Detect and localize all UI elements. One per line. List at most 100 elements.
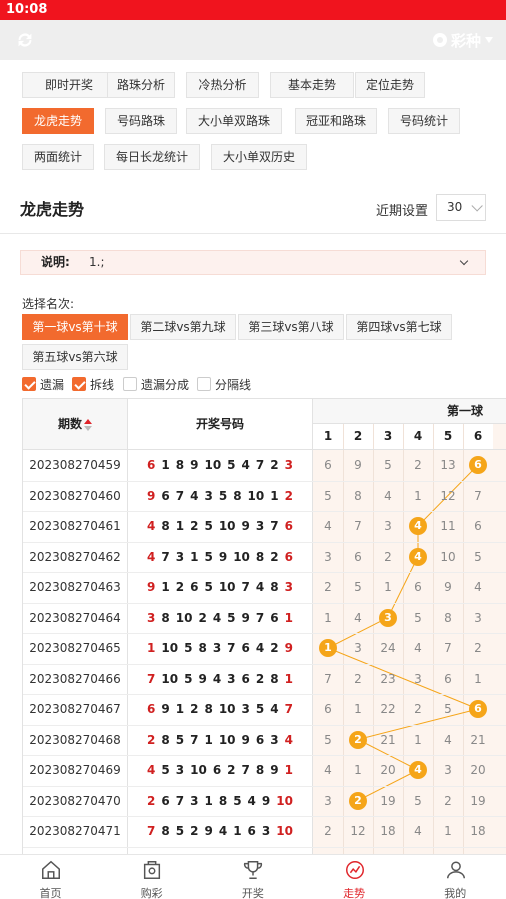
draw-number: 4 <box>218 824 228 838</box>
hit-ball: 3 <box>379 608 397 627</box>
draw-numbers: 6 1 8 9 10 5 4 7 2 3 <box>128 450 312 481</box>
draw-number: 2 <box>284 488 293 503</box>
column-header-number: 3 <box>373 423 403 450</box>
omission-value: 2 <box>324 580 332 594</box>
tab-item[interactable]: 路珠分析 <box>107 72 175 98</box>
omission-value: 7 <box>474 488 482 503</box>
column-header-period[interactable]: 期数 <box>23 399 127 450</box>
checkbox[interactable] <box>22 377 36 391</box>
tab-item[interactable]: 号码统计 <box>388 108 460 134</box>
omission-value: 1 <box>414 732 422 747</box>
hit-ball: 4 <box>409 547 427 566</box>
draw-number: 8 <box>204 702 213 716</box>
tab-item[interactable]: 即时开奖 <box>22 72 116 98</box>
tab-item[interactable]: 冷热分析 <box>186 72 259 98</box>
rank-option[interactable]: 第五球vs第六球 <box>22 344 128 370</box>
period-cell: 202308270469 <box>29 763 121 777</box>
draw-number: 5 <box>175 824 185 838</box>
draw-number: 4 <box>190 488 199 503</box>
lottery-selector[interactable]: 彩种 <box>432 29 494 51</box>
draw-number: 1 <box>175 702 185 716</box>
draw-numbers: 2 6 7 3 1 8 5 4 9 10 <box>128 786 312 817</box>
draw-number: 4 <box>212 671 222 686</box>
draw-number: 8 <box>198 641 207 655</box>
nav-item[interactable]: 首页 <box>0 855 101 899</box>
checkbox[interactable] <box>72 377 86 391</box>
draw-number: 5 <box>233 793 242 808</box>
draw-number: 4 <box>147 763 156 777</box>
draw-number: 6 <box>255 732 265 747</box>
period-cell: 202308270468 <box>29 732 121 747</box>
tab-item[interactable]: 每日长龙统计 <box>104 144 200 170</box>
group-header: 第一球 <box>313 399 506 423</box>
omission-value: 19 <box>380 793 396 808</box>
draw-numbers: 9 6 7 4 3 5 8 10 1 2 <box>128 481 312 512</box>
column-header-number: 1 <box>313 423 343 450</box>
tab-item[interactable]: 大小单双历史 <box>211 144 307 170</box>
tab-item[interactable]: 两面统计 <box>22 144 94 170</box>
rank-option[interactable]: 第二球vs第九球 <box>130 314 236 340</box>
nav-item[interactable]: 购彩 <box>101 855 202 899</box>
checkbox[interactable] <box>123 377 137 391</box>
draw-number: 10 <box>233 549 250 564</box>
rank-option[interactable]: 第四球vs第七球 <box>346 314 452 340</box>
omission-value: 12 <box>350 824 366 838</box>
draw-number: 7 <box>227 641 236 655</box>
rank-label: 选择名次: <box>22 297 75 311</box>
checkbox[interactable] <box>197 377 211 391</box>
draw-number: 6 <box>241 641 250 655</box>
omission-value: 5 <box>384 458 392 472</box>
omission-value: 6 <box>324 702 332 716</box>
option-3[interactable]: 遗漏分成 <box>123 376 189 392</box>
rank-option[interactable]: 第一球vs第十球 <box>22 314 128 340</box>
nav-label: 购彩 <box>140 887 163 899</box>
trend-icon <box>345 861 364 879</box>
rank-option[interactable]: 第三球vs第八球 <box>238 314 344 340</box>
option-label: 拆线 <box>90 377 115 392</box>
refresh-icon[interactable] <box>14 29 36 51</box>
period-select[interactable]: 30 <box>436 194 486 221</box>
option-2[interactable]: 拆线 <box>72 376 114 392</box>
draw-number: 1 <box>204 793 213 808</box>
tab-item[interactable]: 冠亚和路珠 <box>295 108 377 134</box>
period-label: 近期设置 <box>376 204 429 219</box>
hit-ball: 4 <box>409 517 427 535</box>
nav-item[interactable]: 开奖 <box>202 855 303 899</box>
tab-item[interactable]: 大小单双路珠 <box>186 108 282 134</box>
note-panel[interactable]: 说明: 1.; <box>20 250 486 275</box>
option-4[interactable]: 分隔线 <box>197 376 251 392</box>
draw-number: 3 <box>147 610 156 625</box>
draw-number: 7 <box>175 488 185 503</box>
draw-numbers: 2 8 5 7 1 10 9 6 3 4 <box>128 725 312 756</box>
draw-number: 8 <box>161 824 170 838</box>
nav-item[interactable]: 我的 <box>405 855 506 899</box>
lottery-label: 彩种 <box>450 31 481 50</box>
draw-number: 2 <box>270 641 279 655</box>
draw-number: 9 <box>241 732 250 747</box>
tab-item[interactable]: 定位走势 <box>355 72 425 98</box>
draw-numbers: 7 8 5 2 9 4 1 6 3 10 <box>128 816 312 847</box>
sort-icon[interactable] <box>84 418 92 431</box>
omission-value: 4 <box>414 641 422 655</box>
omission-value: 21 <box>470 732 486 747</box>
draw-number: 9 <box>261 793 271 808</box>
draw-number: 9 <box>147 580 156 594</box>
option-label: 分隔线 <box>215 377 252 392</box>
draw-number: 7 <box>255 458 265 472</box>
omission-value: 6 <box>354 549 362 564</box>
option-1[interactable]: 遗漏 <box>22 376 64 392</box>
hit-ball: 1 <box>319 639 337 657</box>
draw-number: 1 <box>284 763 293 777</box>
tab-item[interactable]: 号码路珠 <box>105 108 177 134</box>
draw-numbers: 4 8 1 2 5 10 9 3 7 6 <box>128 511 312 542</box>
draw-number: 9 <box>270 763 279 777</box>
tab-item[interactable]: 龙虎走势 <box>22 108 94 134</box>
nav-item[interactable]: 走势 <box>304 855 405 899</box>
note-text: 1.; <box>89 255 105 269</box>
caret-down-icon <box>485 37 493 43</box>
draw-number: 1 <box>270 488 279 503</box>
period-cell: 202308270471 <box>29 824 121 838</box>
draw-number: 6 <box>247 824 256 838</box>
tab-item[interactable]: 基本走势 <box>270 72 354 98</box>
draw-numbers: 3 8 10 2 4 5 9 7 6 1 <box>128 603 312 634</box>
